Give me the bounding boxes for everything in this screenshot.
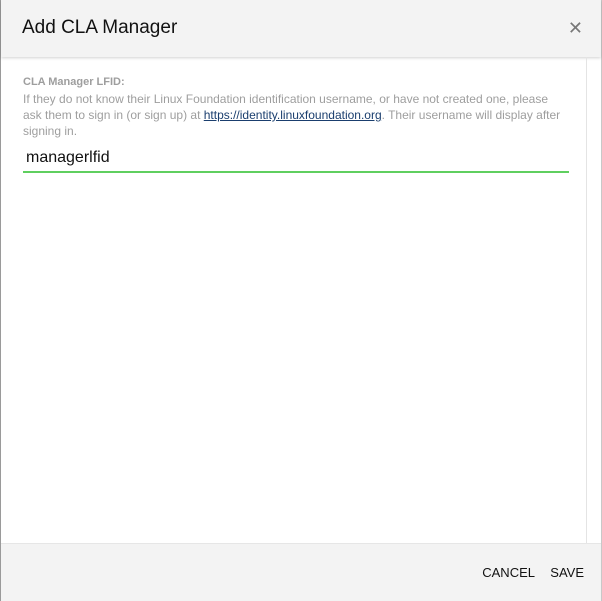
dialog-title: Add CLA Manager <box>22 17 178 38</box>
lfid-input[interactable] <box>23 145 569 173</box>
cancel-button[interactable]: CANCEL <box>482 565 535 580</box>
add-cla-manager-dialog: Add CLA Manager ✕ CLA Manager LFID: If t… <box>0 0 602 601</box>
save-button[interactable]: SAVE <box>550 565 584 580</box>
lfid-help-text: If they do not know their Linux Foundati… <box>23 91 568 139</box>
close-icon[interactable]: ✕ <box>568 18 583 38</box>
dialog-header: Add CLA Manager ✕ <box>1 0 601 57</box>
lfid-label: CLA Manager LFID: <box>23 76 125 88</box>
dialog-footer: CANCEL SAVE <box>1 543 601 601</box>
identity-link[interactable]: https://identity.linuxfoundation.org <box>204 108 382 122</box>
dialog-body: CLA Manager LFID: If they do not know th… <box>1 57 601 544</box>
